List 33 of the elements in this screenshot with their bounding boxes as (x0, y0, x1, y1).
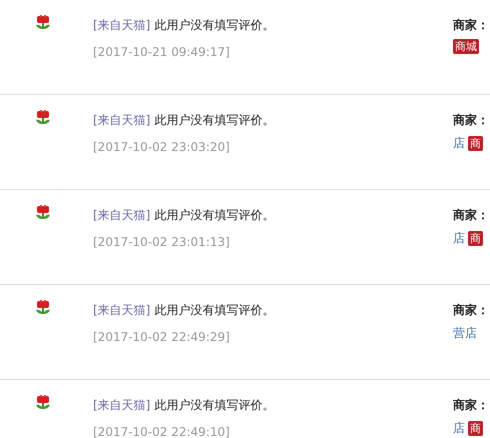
review-comment: 此用户没有填写评价。 (154, 112, 274, 129)
review-time: [2017-10-02 22:49:10] (93, 424, 230, 438)
source-link[interactable]: [来自天猫] (93, 16, 150, 34)
shop-link[interactable]: 店 (453, 229, 465, 247)
flower-icon (35, 395, 51, 411)
review-comment: 此用户没有填写评价。 (154, 17, 274, 34)
seller-label: 商家： (453, 207, 489, 224)
mall-badge: 商 (468, 136, 483, 150)
flower-icon (35, 110, 51, 126)
shop-link[interactable]: 店 (453, 419, 465, 437)
seller-label: 商家： (453, 397, 489, 414)
shop-link[interactable]: 店 (453, 134, 465, 152)
flower-icon (35, 15, 51, 31)
review-time: [2017-10-02 23:01:13] (93, 234, 230, 251)
source-link[interactable]: [来自天猫] (93, 301, 150, 319)
review-time: [2017-10-02 22:49:29] (93, 329, 230, 346)
review-time: [2017-10-21 09:49:17] (93, 44, 230, 61)
seller-label: 商家： (453, 302, 489, 319)
shop-link[interactable]: 营店 (453, 324, 477, 342)
mall-badge: 商城 (453, 39, 479, 54)
source-link[interactable]: [来自天猫] (93, 111, 150, 129)
source-link[interactable]: [来自天猫] (93, 396, 150, 414)
review-comment: 此用户没有填写评价。 (154, 302, 274, 319)
source-link[interactable]: [来自天猫] (93, 206, 150, 224)
review-comment: 此用户没有填写评价。 (154, 397, 274, 414)
mall-badge: 商 (468, 230, 483, 246)
flower-icon (35, 300, 51, 316)
seller-label: 商家： (453, 17, 489, 34)
review-time: [2017-10-02 23:03:20] (93, 139, 230, 156)
seller-label: 商家： (453, 112, 489, 129)
mall-badge: 商 (468, 420, 483, 436)
review-comment: 此用户没有填写评价。 (154, 207, 274, 224)
flower-icon (35, 205, 51, 221)
